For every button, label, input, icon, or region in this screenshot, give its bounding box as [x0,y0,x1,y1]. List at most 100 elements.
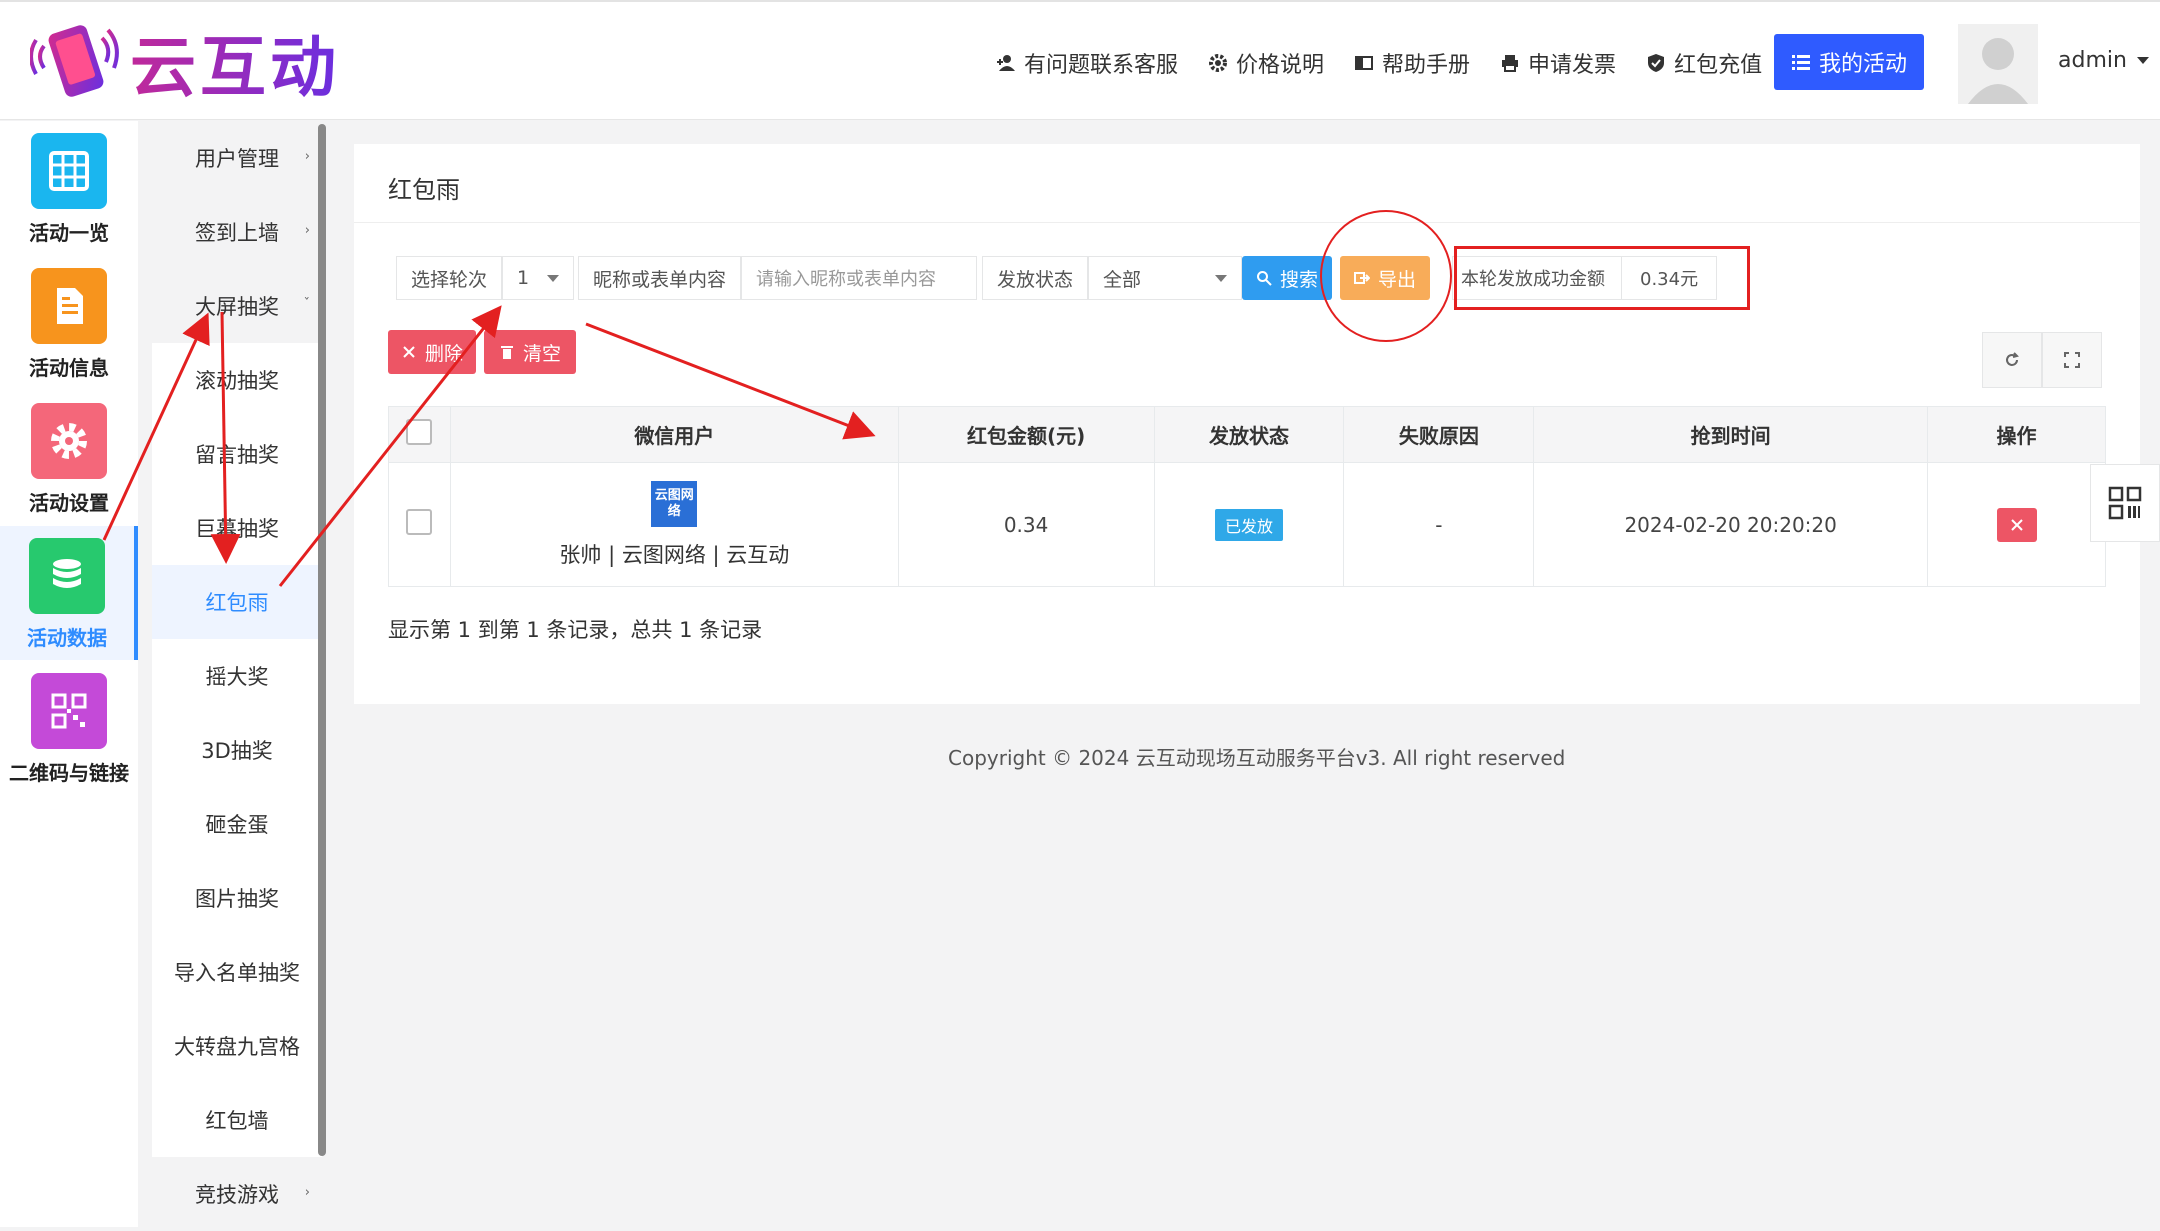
submenu-red-packet-rain[interactable]: 红包雨 [152,565,322,639]
nav-invoice-label: 申请发票 [1528,53,1617,78]
divider [354,222,2140,223]
submenu-sign-in-wall[interactable]: 签到上墙 › [152,195,322,269]
my-activity-button[interactable]: 我的活动 [1774,34,1924,90]
search-button[interactable]: 搜索 [1242,256,1332,300]
rail-tile [31,268,107,344]
status-filter: 发放状态 全部 [982,256,1243,300]
row-select-cell [388,462,451,587]
table-header-row: 微信用户 红包金额(元) 发放状态 失败原因 抢到时间 操作 [388,406,2106,463]
submenu-picture-lottery[interactable]: 图片抽奖 [152,861,322,935]
nickname-input[interactable]: 请输入昵称或表单内容 [741,256,978,300]
fullscreen-icon [2064,352,2080,368]
rail-item-info[interactable]: 活动信息 [0,256,138,390]
chevron-right-icon: › [304,1185,310,1200]
col-actions: 操作 [1927,406,2106,463]
status-select[interactable]: 全部 [1088,256,1243,300]
submenu-big-screen-lottery[interactable]: 大屏抽奖 ˇ [152,269,322,343]
rail-item-qrcode[interactable]: 二维码与链接 [0,661,138,795]
trash-icon [500,346,513,359]
user-name: 张帅 | 云图网络 | 云互动 [559,542,790,567]
time-cell: 2024-02-20 20:20:20 [1533,462,1929,587]
qrcode-icon [2108,486,2142,520]
nav-recharge-label: 红包充值 [1674,53,1763,78]
grid-icon [49,151,89,191]
page-title: 红包雨 [388,176,460,204]
printer-icon [1502,55,1519,72]
delete-button[interactable]: 删除 [388,330,476,374]
submenu-wheel-grid[interactable]: 大转盘九宫格 [152,1009,322,1083]
submenu-scrollbar[interactable] [318,124,326,1156]
submenu-label: 摇大奖 [205,665,269,689]
col-amount[interactable]: 红包金额(元) [897,406,1155,463]
round-select[interactable]: 1 [502,256,575,300]
annotation-rectangle [1454,246,1750,310]
col-wechat-user[interactable]: 微信用户 [449,406,899,463]
main-panel: 红包雨 选择轮次 1 昵称或表单内容 请输入昵称或表单内容 发放状态 全部 搜索… [354,144,2140,704]
submenu-giant-screen-lottery[interactable]: 巨幕抽奖 [152,491,322,565]
submenu-shake-prize[interactable]: 摇大奖 [152,639,322,713]
rail-label: 活动设置 [29,491,109,515]
submenu-label: 用户管理 [195,147,279,171]
chevron-right-icon: › [304,149,310,164]
my-activity-label: 我的活动 [1818,51,1907,76]
rail-item-settings[interactable]: 活动设置 [0,391,138,525]
records-summary: 显示第 1 到第 1 条记录，总共 1 条记录 [388,618,763,642]
caret-down-icon [1215,274,1228,282]
nav-help-manual[interactable]: 帮助手册 [1354,47,1470,79]
sub-menu: 用户管理 › 签到上墙 › 大屏抽奖 ˇ 滚动抽奖 留言抽奖 巨幕抽奖 红包雨 摇大奖… [152,121,322,1227]
document-icon [57,288,83,324]
caret-down-icon [2136,57,2149,64]
submenu-3d-lottery[interactable]: 3D抽奖 [152,713,322,787]
footer-copyright: Copyright © 2024 云互动现场互动服务平台v3. All righ… [948,746,1566,770]
col-status[interactable]: 发放状态 [1153,406,1345,463]
submenu-red-packet-wall[interactable]: 红包墙 [152,1083,322,1157]
rail-tile [31,673,107,749]
submenu-import-list-lottery[interactable]: 导入名单抽奖 [152,935,322,1009]
submenu-scroll-lottery[interactable]: 滚动抽奖 [152,343,322,417]
submenu-user-management[interactable]: 用户管理 › [152,121,322,195]
submenu-label: 签到上墙 [195,221,279,245]
floating-qr-button[interactable] [2090,464,2160,542]
nav-invoice[interactable]: 申请发票 [1500,47,1616,79]
search-icon [1256,271,1272,286]
col-time[interactable]: 抢到时间 [1533,406,1929,463]
nav-recharge[interactable]: 红包充值 [1646,47,1762,79]
submenu-label: 3D抽奖 [201,739,273,763]
submenu-golden-egg[interactable]: 砸金蛋 [152,787,322,861]
rail-item-overview[interactable]: 活动一览 [0,121,138,255]
shield-check-icon [1648,54,1665,72]
submenu-label: 导入名单抽奖 [174,961,300,985]
chevron-down-icon: ˇ [303,297,311,312]
row-checkbox[interactable] [406,509,433,535]
submenu-label: 竞技游戏 [195,1183,279,1207]
clear-button[interactable]: 清空 [484,330,576,374]
caret-down-icon [547,274,560,282]
nav-contact-support[interactable]: 有问题联系客服 [996,47,1178,79]
row-delete-button[interactable] [1996,507,2037,542]
submenu-message-lottery[interactable]: 留言抽奖 [152,417,322,491]
submenu-label: 大屏抽奖 [195,295,279,319]
brand-logo[interactable]: 云互动 [30,16,350,108]
fullscreen-button[interactable] [2042,332,2102,388]
submenu-label: 滚动抽奖 [195,369,279,393]
top-nav: 有问题联系客服 价格说明 帮助手册 申请发票 红包充值 [996,38,1792,88]
nav-help-manual-label: 帮助手册 [1382,53,1471,78]
nav-pricing-label: 价格说明 [1236,53,1325,78]
select-all-cell [388,406,451,463]
nav-pricing[interactable]: 价格说明 [1208,47,1324,79]
nickname-label: 昵称或表单内容 [578,256,742,300]
rail-item-data[interactable]: 活动数据 [0,526,138,660]
user-menu[interactable]: admin [2058,48,2149,73]
refresh-icon [2006,352,2019,366]
select-all-checkbox[interactable] [406,419,433,445]
avatar[interactable] [1958,24,2038,104]
delete-label: 删除 [424,343,463,365]
rail-label: 活动一览 [29,221,109,245]
close-icon [403,346,415,358]
submenu-competitive-games[interactable]: 竞技游戏 › [152,1157,322,1231]
user-avatar-icon [1958,24,2038,104]
nickname-filter: 昵称或表单内容 请输入昵称或表单内容 [578,256,978,300]
refresh-button[interactable] [1982,332,2042,388]
user-name-label: admin [2058,48,2127,73]
col-reason[interactable]: 失败原因 [1343,406,1535,463]
